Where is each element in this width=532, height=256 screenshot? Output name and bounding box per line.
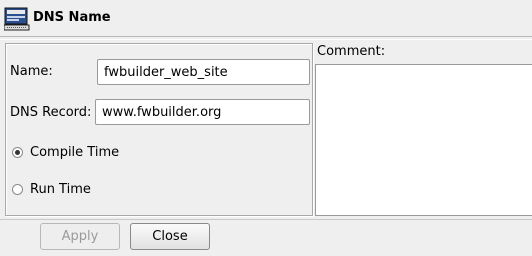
button-bar-divider bbox=[0, 219, 532, 220]
close-button[interactable]: Close bbox=[130, 223, 210, 250]
dns-name-icon bbox=[3, 6, 30, 32]
run-time-label: Run Time bbox=[30, 182, 91, 197]
compile-time-label: Compile Time bbox=[30, 145, 120, 160]
apply-button[interactable]: Apply bbox=[40, 223, 120, 250]
comment-label: Comment: bbox=[317, 44, 386, 59]
header-divider bbox=[0, 36, 532, 40]
run-time-option[interactable]: Run Time bbox=[12, 182, 91, 197]
dialog-header: DNS Name bbox=[0, 0, 532, 36]
compile-time-option[interactable]: Compile Time bbox=[12, 145, 119, 160]
dns-record-label: DNS Record: bbox=[10, 105, 92, 120]
comment-textarea[interactable] bbox=[315, 64, 532, 216]
dns-record-field[interactable]: www.fwbuilder.org bbox=[95, 99, 310, 125]
compile-time-radio[interactable] bbox=[12, 147, 23, 158]
run-time-radio[interactable] bbox=[12, 184, 23, 195]
name-label: Name: bbox=[10, 64, 53, 79]
name-field[interactable]: fwbuilder_web_site bbox=[97, 59, 310, 85]
dialog-title: DNS Name bbox=[33, 10, 111, 25]
